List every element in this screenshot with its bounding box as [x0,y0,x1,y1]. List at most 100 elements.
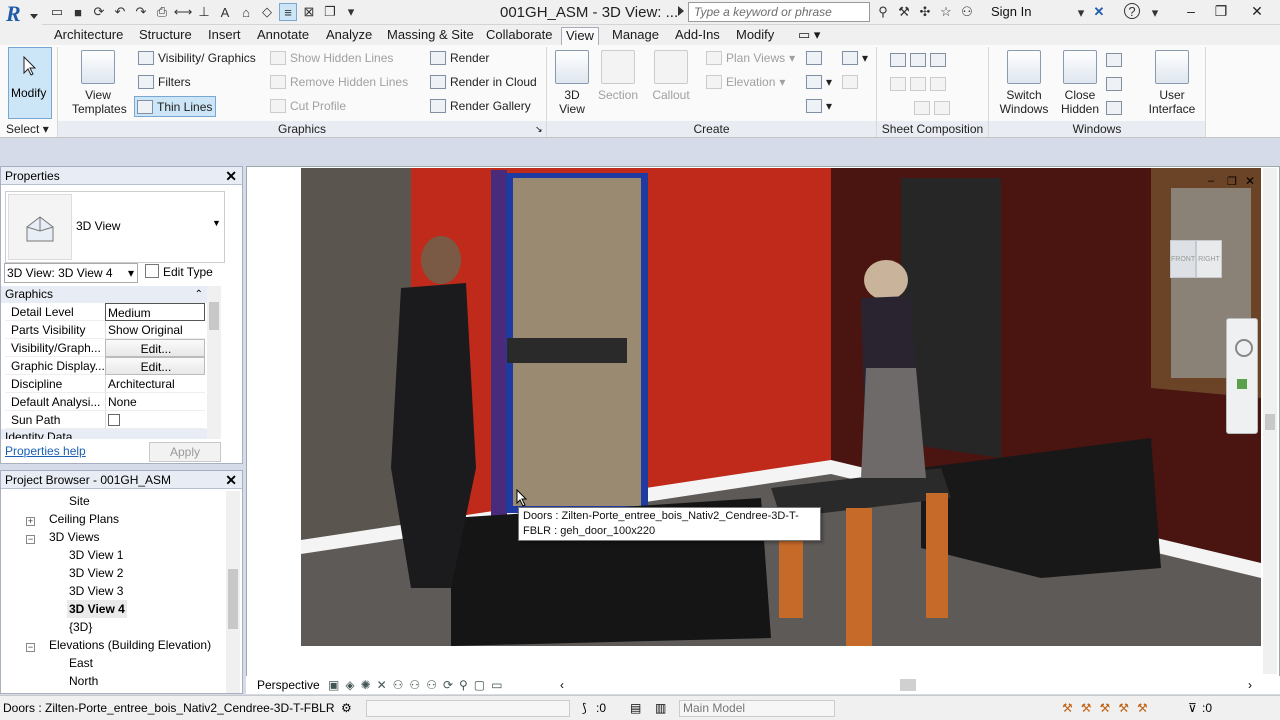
close-hidden-icon[interactable]: ⊠ [300,3,318,21]
replicate-button[interactable] [1106,50,1122,70]
exchange-apps-icon[interactable]: ✕ [1090,3,1108,21]
browser-item-3d-view-4[interactable]: 3D View 4 [67,600,127,618]
properties-scrollbar[interactable] [207,286,221,439]
application-menu-button[interactable]: R [0,0,42,26]
browser-item-3d-view-2[interactable]: 3D View 2 [69,564,123,582]
dialog-launcher-icon[interactable]: ↘ [535,124,543,135]
graphic-display-edit-button[interactable]: Edit... [105,357,205,375]
view-templates-button[interactable]: View Templates [72,50,127,116]
tab-insert[interactable]: Insert [204,27,245,45]
editable-only-icon[interactable]: ⟆ [582,696,587,720]
browser-item-site[interactable]: Site [69,492,90,510]
browser-item-north[interactable]: North [69,672,98,690]
3d-scene[interactable] [301,168,1261,646]
visibility-graphics-button[interactable]: Visibility/ Graphics [138,48,256,68]
help-icon[interactable]: ? [1124,3,1140,19]
design-option-dropdown[interactable]: Main Model [679,700,835,717]
viewcube[interactable]: FRONT RIGHT [1150,240,1240,286]
scroll-left-icon[interactable]: ‹ [560,676,564,694]
browser-item-east[interactable]: East [69,654,93,672]
cut-profile-button[interactable]: Cut Profile [270,96,346,116]
project-browser-scrollbar[interactable] [226,491,240,693]
exclude-options-icon[interactable]: ▥ [655,696,666,720]
sync-icon[interactable]: ⟳ [90,3,108,21]
workset-dropdown[interactable] [366,700,570,717]
binoculars-icon[interactable]: ⚲ [874,3,892,21]
tile-button[interactable] [1106,98,1122,118]
render-gallery-button[interactable]: Render Gallery [430,96,531,116]
view-control-icons[interactable]: ▣◈✺✕⚇⚇⚇⟳⚲▢▭ [328,676,508,694]
text-icon[interactable]: A [216,3,234,21]
close-icon[interactable]: ✕ [225,167,237,185]
worksets-icon[interactable]: ⚙ [341,696,352,720]
default-analysis-field[interactable]: None [105,393,205,411]
search-expand-icon[interactable] [678,6,684,16]
open-icon[interactable]: ▭ [48,3,66,21]
save-icon[interactable]: ■ [69,3,87,21]
duplicate-view-button[interactable]: ▾ [806,72,832,92]
sun-path-checkbox[interactable] [108,414,120,426]
property-row[interactable]: Parts Visibility Show Original [5,321,205,339]
apply-button[interactable]: Apply [149,442,221,462]
selected-door[interactable] [491,170,648,520]
sections-icon[interactable]: ◇ [258,3,276,21]
browser-item-3d-view-1[interactable]: 3D View 1 [69,546,123,564]
subscription-icon[interactable]: ⚒ [895,3,913,21]
remove-hidden-lines-button[interactable]: Remove Hidden Lines [270,72,408,92]
search-input[interactable]: Type a keyword or phrase [688,2,870,22]
detail-level-field[interactable]: Medium [105,303,205,321]
tab-modify[interactable]: Modify [732,27,778,45]
instance-filter-dropdown[interactable]: 3D View: 3D View 4 ▾ [4,263,138,283]
zoom-icon[interactable] [1237,379,1247,389]
schedules-button[interactable]: ▾ [842,48,868,68]
chevron-down-icon[interactable]: ▾ [1146,4,1164,22]
render-in-cloud-button[interactable]: Render in Cloud [430,72,537,92]
tab-analyze[interactable]: Analyze [322,27,376,45]
collapse-icon[interactable]: − [26,535,35,544]
print-icon[interactable]: ⎙ [153,3,171,21]
group-graphics[interactable]: Graphics ⌃ [1,286,209,303]
default-3d-view-icon[interactable]: ⌂ [237,3,255,21]
viewcube-front[interactable]: FRONT [1170,240,1196,278]
collapse-icon[interactable]: − [26,643,35,652]
minimize-view-icon[interactable]: – [1208,175,1214,187]
viewcube-right[interactable]: RIGHT [1196,240,1222,278]
design-options-icon[interactable]: ▤ [630,696,641,720]
expand-icon[interactable]: + [26,517,35,526]
tab-manage[interactable]: Manage [608,27,663,45]
modify-button[interactable]: Modify [8,47,52,119]
close-icon[interactable]: ✕ [225,471,237,489]
restore-icon[interactable]: ❐ [1206,0,1236,22]
show-hidden-lines-button[interactable]: Show Hidden Lines [270,48,393,68]
drafting-view-button[interactable] [806,48,822,68]
redo-icon[interactable]: ↷ [132,3,150,21]
tab-annotate[interactable]: Annotate [253,27,313,45]
tab-view[interactable]: View [561,27,599,45]
visibility-graphics-edit-button[interactable]: Edit... [105,339,205,357]
restore-view-icon[interactable]: ❐ [1227,175,1237,188]
render-button[interactable]: Render [430,48,489,68]
edit-type-button[interactable]: Edit Type [145,263,213,283]
close-icon[interactable]: ✕ [1242,0,1272,22]
favorites-star-icon[interactable]: ☆ [937,3,955,21]
browser-item-elevations[interactable]: Elevations (Building Elevation) [49,636,211,654]
select-dropdown[interactable]: Select ▾ [0,121,56,138]
elevation-button[interactable]: Elevation ▾ [706,72,785,92]
scroll-right-icon[interactable]: › [1248,676,1252,694]
3d-view-button[interactable]: 3D View [554,50,590,116]
close-view-icon[interactable]: ✕ [1245,174,1255,188]
browser-item-ceiling-plans[interactable]: Ceiling Plans [49,510,119,528]
thin-lines-button[interactable]: Thin Lines [134,96,217,117]
type-selector[interactable]: 3D View ▼ [5,191,225,263]
browser-item-3d-view-3[interactable]: 3D View 3 [69,582,123,600]
tab-collaborate[interactable]: Collaborate [482,27,557,45]
communication-icon[interactable]: ✣ [916,3,934,21]
property-row[interactable]: Default Analysi... None [5,393,205,411]
customize-qat-icon[interactable]: ▾ [342,3,360,21]
properties-help-link[interactable]: Properties help [5,444,86,458]
property-row[interactable]: Sun Path [5,411,205,429]
selection-options-icons[interactable]: ⚒⚒⚒⚒⚒ [1062,696,1156,720]
tab-architecture[interactable]: Architecture [50,27,127,45]
user-interface-button[interactable]: User Interface [1144,50,1200,116]
view-mode-label[interactable]: Perspective [257,676,320,694]
